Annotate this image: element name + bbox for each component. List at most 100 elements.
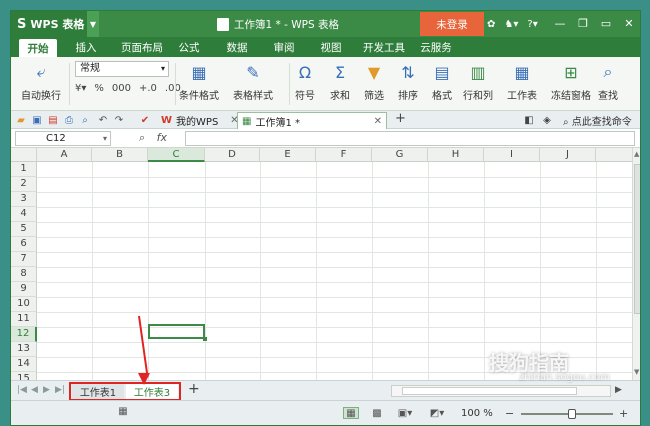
- column-header[interactable]: F: [316, 148, 372, 162]
- row-header[interactable]: 2: [11, 177, 37, 192]
- row-header[interactable]: 4: [11, 207, 37, 222]
- thousands-button[interactable]: 000: [112, 83, 131, 94]
- column-header[interactable]: A: [37, 148, 92, 162]
- selected-cell-c12[interactable]: [148, 324, 207, 341]
- column-header[interactable]: G: [372, 148, 428, 162]
- page-layout-view-button[interactable]: ▣▾: [397, 407, 413, 419]
- row-header[interactable]: 9: [11, 282, 37, 297]
- row-header[interactable]: 6: [11, 237, 37, 252]
- horizontal-scroll-thumb[interactable]: [402, 387, 577, 395]
- row-header[interactable]: 13: [11, 342, 37, 357]
- scroll-up-icon[interactable]: ▲: [634, 150, 639, 158]
- rows-columns-button[interactable]: ▥ 行和列: [463, 61, 493, 103]
- close-icon[interactable]: ✕: [374, 116, 382, 127]
- tab-insert[interactable]: 插入: [67, 37, 105, 57]
- maximize-icon[interactable]: ▭: [596, 14, 616, 32]
- column-header[interactable]: J: [540, 148, 596, 162]
- spreadsheet-grid[interactable]: A B C D E F G H I J 1 2 3 4 5 6 7 8 9 10…: [11, 148, 632, 380]
- zoom-slider[interactable]: [521, 409, 613, 419]
- tab-review[interactable]: 审阅: [266, 37, 302, 57]
- next-sheet-icon[interactable]: ▶: [43, 385, 50, 395]
- zoom-in-button[interactable]: +: [619, 407, 628, 420]
- formula-input[interactable]: [185, 131, 635, 146]
- table-style-button[interactable]: ✎ 表格样式: [233, 61, 273, 103]
- vertical-scroll-thumb[interactable]: [634, 164, 640, 314]
- format-painter-icon[interactable]: ✔: [139, 114, 151, 126]
- app-logo-button[interactable]: S WPS 表格 ▼: [11, 11, 99, 37]
- worksheet-button[interactable]: ▦ 工作表: [507, 61, 537, 103]
- reading-mode-button[interactable]: ◩▾: [429, 407, 445, 419]
- minimize-icon[interactable]: —: [550, 14, 570, 32]
- tab-data[interactable]: 数据: [219, 37, 255, 57]
- row-header[interactable]: 3: [11, 192, 37, 207]
- select-all-corner[interactable]: [11, 148, 37, 162]
- vertical-scrollbar[interactable]: ▲ ▼: [632, 148, 640, 380]
- column-header[interactable]: I: [484, 148, 540, 162]
- print-preview-icon[interactable]: ⌕: [79, 114, 91, 126]
- find-button[interactable]: ⌕ 查找: [597, 61, 619, 102]
- row-header[interactable]: 1: [11, 162, 37, 177]
- column-header[interactable]: B: [92, 148, 148, 162]
- freeze-panes-button[interactable]: ⊞ 冻结窗格: [551, 61, 591, 103]
- column-header-selected[interactable]: C: [148, 148, 205, 162]
- filter-button[interactable]: ▼ 筛选: [363, 61, 385, 103]
- tab-developer[interactable]: 开发工具: [359, 37, 409, 57]
- format-button[interactable]: ▤ 格式: [431, 61, 453, 103]
- zoom-slider-thumb[interactable]: [568, 409, 576, 419]
- column-header[interactable]: D: [205, 148, 260, 162]
- row-header[interactable]: 14: [11, 357, 37, 372]
- zoom-formula-icon[interactable]: ⌕: [139, 131, 145, 144]
- column-header[interactable]: E: [260, 148, 316, 162]
- fx-icon[interactable]: fx: [157, 131, 167, 144]
- skin-icon[interactable]: ✿: [487, 19, 495, 30]
- print-icon[interactable]: ⎙: [63, 114, 75, 126]
- row-header[interactable]: 7: [11, 252, 37, 267]
- column-header-empty[interactable]: [596, 148, 632, 162]
- tab-home[interactable]: 开始: [19, 39, 57, 57]
- row-header[interactable]: 15: [11, 372, 37, 380]
- login-button[interactable]: 未登录: [420, 12, 484, 36]
- help-button[interactable]: ?▾: [527, 19, 537, 30]
- skin-icon[interactable]: ◈: [541, 114, 553, 126]
- open-folder-icon[interactable]: ▰: [15, 114, 27, 126]
- normal-view-button[interactable]: ▦: [343, 407, 359, 419]
- new-tab-icon[interactable]: +: [395, 111, 406, 126]
- zoom-out-button[interactable]: −: [505, 407, 514, 420]
- sort-button[interactable]: ⇅ 排序: [397, 61, 419, 103]
- tab-page-layout[interactable]: 页面布局: [114, 37, 170, 57]
- restore-icon[interactable]: ❐: [573, 14, 593, 32]
- conditional-format-button[interactable]: ▦ 条件格式: [179, 61, 219, 103]
- tab-view[interactable]: 视图: [313, 37, 349, 57]
- doc-tab-workbook1[interactable]: ▦ 工作簿1 * ✕: [237, 112, 387, 129]
- page-break-view-button[interactable]: ▩: [369, 407, 385, 419]
- prev-sheet-icon[interactable]: ◀: [31, 385, 38, 395]
- column-header[interactable]: H: [428, 148, 484, 162]
- number-format-select[interactable]: 常规 ▾: [75, 61, 169, 77]
- currency-icon[interactable]: ¥▾: [75, 83, 86, 94]
- wrap-text-button[interactable]: ⤶ 自动换行: [21, 61, 61, 102]
- scroll-right-icon[interactable]: ▶: [615, 385, 622, 395]
- doc-tab-my-wps[interactable]: W 我的WPS ✕: [157, 112, 243, 129]
- percent-button[interactable]: %: [94, 83, 104, 94]
- row-header[interactable]: 10: [11, 297, 37, 312]
- increase-decimal-button[interactable]: +.0: [139, 83, 157, 94]
- tab-cloud-service[interactable]: 云服务: [415, 37, 457, 57]
- horizontal-scrollbar[interactable]: [391, 385, 611, 397]
- close-icon[interactable]: ✕: [619, 14, 639, 32]
- row-header-selected[interactable]: 12: [11, 327, 37, 342]
- row-header[interactable]: 8: [11, 267, 37, 282]
- row-header[interactable]: 11: [11, 312, 37, 327]
- scroll-down-icon[interactable]: ▼: [634, 368, 639, 376]
- shirt-icon[interactable]: ♞▾: [504, 19, 518, 30]
- pdf-icon[interactable]: ▤: [47, 114, 59, 126]
- first-sheet-icon[interactable]: |◀: [17, 385, 27, 395]
- cloud-sync-icon[interactable]: ◧: [523, 114, 535, 126]
- save-icon[interactable]: ▣: [31, 114, 43, 126]
- add-sheet-button[interactable]: +: [188, 381, 200, 397]
- symbol-button[interactable]: Ω 符号: [294, 61, 316, 103]
- name-box[interactable]: C12 ▾: [15, 131, 111, 146]
- redo-icon[interactable]: ↷: [113, 114, 125, 126]
- row-header[interactable]: 5: [11, 222, 37, 237]
- undo-icon[interactable]: ↶: [97, 114, 109, 126]
- sum-button[interactable]: Σ 求和: [329, 61, 351, 103]
